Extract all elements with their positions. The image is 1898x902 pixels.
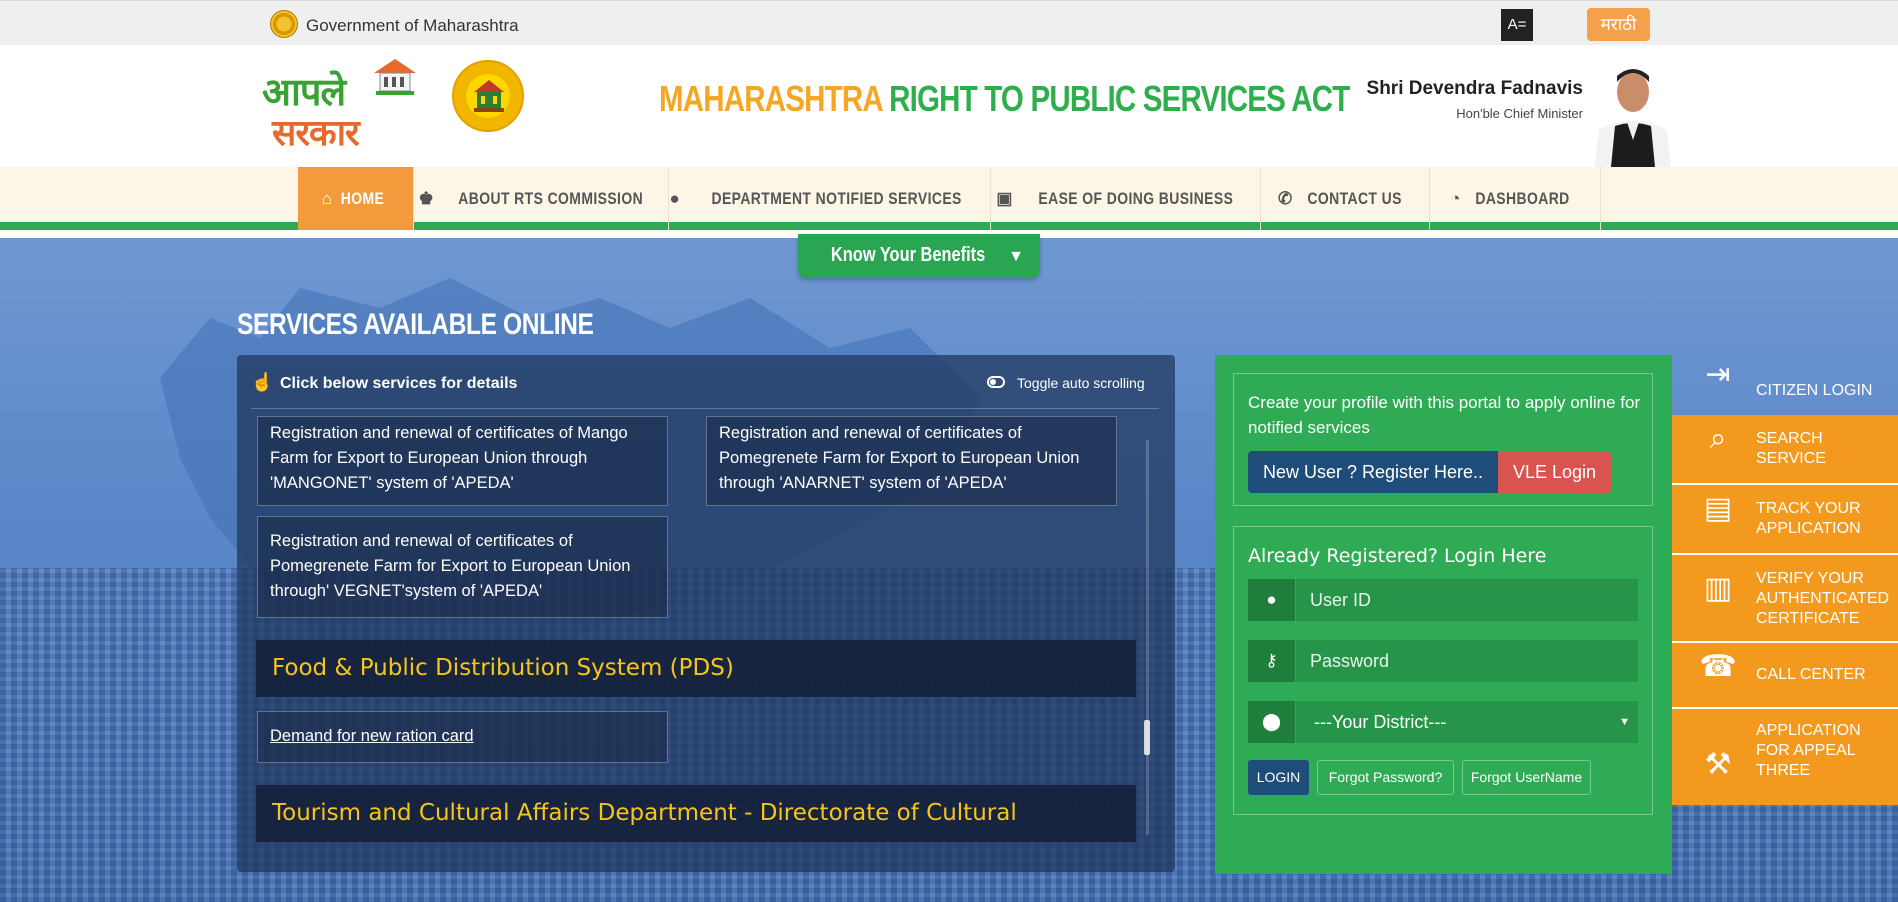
state-emblem-icon bbox=[270, 10, 298, 38]
quick-link-call-center[interactable]: ☎ CALL CENTER bbox=[1672, 643, 1898, 709]
vle-login-button[interactable]: VLE Login bbox=[1498, 451, 1611, 493]
password-placeholder: Password bbox=[1310, 651, 1390, 671]
verify-certificate-label: VERIFY YOUR AUTHENTICATED CERTIFICATE bbox=[1756, 570, 1890, 627]
gavel-icon: ⚒ bbox=[1704, 748, 1732, 781]
services-instruction: Click below services for details bbox=[280, 375, 518, 392]
forgot-username-button[interactable]: Forgot UserName bbox=[1462, 760, 1591, 795]
document-icon: ▤ bbox=[1703, 492, 1733, 525]
nav-contact-us[interactable]: ✆ CONTACT US bbox=[1261, 167, 1430, 230]
search-service-label: SEARCH SERVICE bbox=[1756, 430, 1826, 467]
userid-field[interactable]: ● User ID bbox=[1248, 579, 1638, 621]
chief-minister-name: Shri Devendra Fadnavis bbox=[1366, 78, 1583, 99]
seal-building-icon bbox=[474, 80, 504, 112]
quick-link-citizen-login[interactable]: ⇥ CITIZEN LOGIN bbox=[1672, 355, 1898, 415]
language-marathi-button[interactable]: मराठी bbox=[1587, 8, 1650, 41]
nav-about-rts-commission[interactable]: ♚ ABOUT RTS COMMISSION bbox=[414, 167, 669, 230]
service-card-mangonet[interactable]: Registration and renewal of certificates… bbox=[257, 416, 668, 506]
district-select[interactable]: ⬤ ---Your District--- ▼ bbox=[1248, 701, 1638, 743]
act-title-state: MAHARASHTRA bbox=[659, 78, 883, 119]
nav-business-label: EASE OF DOING BUSINESS bbox=[1038, 189, 1234, 208]
know-your-benefits-button[interactable]: Know Your Benefits ▼ bbox=[798, 234, 1040, 278]
quick-link-appeal-three[interactable]: ⚒ APPLICATION FOR APPEAL THREE bbox=[1672, 709, 1898, 805]
main-navigation: ⌂ HOME ♚ ABOUT RTS COMMISSION ● DEPARTMENT … bbox=[0, 167, 1898, 230]
department-heading-pds: Food & Public Distribution System (PDS) bbox=[256, 640, 1136, 697]
citizen-login-label: CITIZEN LOGIN bbox=[1756, 382, 1873, 399]
top-bar: Government of Maharashtra A= मराठी bbox=[0, 0, 1898, 45]
register-box: Create your profile with this portal to … bbox=[1233, 373, 1653, 506]
font-size-toggle-button[interactable]: A= bbox=[1501, 9, 1533, 41]
key-icon: ⚷ bbox=[1248, 640, 1296, 682]
userid-placeholder: User ID bbox=[1310, 590, 1372, 610]
telephone-icon: ☎ bbox=[1699, 650, 1737, 683]
service-card-ration-card[interactable]: Demand for new ration card bbox=[257, 711, 668, 763]
barcode-icon: ▥ bbox=[1703, 572, 1733, 605]
toggle-auto-scrolling[interactable]: Toggle auto scrolling bbox=[1017, 375, 1145, 391]
login-form: Already Registered? Login Here ● User ID… bbox=[1233, 526, 1653, 815]
search-icon: ⌕ bbox=[1709, 422, 1727, 455]
nav-dashboard[interactable]: ◔ DASHBOARD bbox=[1430, 167, 1601, 230]
login-title: Already Registered? Login Here bbox=[1248, 545, 1547, 567]
site-header: आपले सरकार MAHARASHTRA RIGHT TO PUBLIC S… bbox=[0, 45, 1898, 167]
nav-home-label: HOME bbox=[341, 189, 385, 208]
login-button[interactable]: LOGIN bbox=[1248, 760, 1309, 795]
password-field[interactable]: ⚷ Password bbox=[1248, 640, 1638, 682]
person-icon: ♚ bbox=[418, 189, 435, 208]
service-card-vegnet[interactable]: Registration and renewal of certificates… bbox=[257, 516, 668, 618]
login-icon: ⇥ bbox=[1705, 358, 1731, 391]
nav-home[interactable]: ⌂ HOME bbox=[298, 167, 414, 230]
login-panel: Create your profile with this portal to … bbox=[1215, 355, 1672, 874]
benefits-label: Know Your Benefits bbox=[830, 244, 986, 266]
act-title-act: RIGHT TO PUBLIC SERVICES ACT bbox=[889, 78, 1350, 119]
ration-card-link[interactable]: Demand for new ration card bbox=[270, 727, 474, 745]
aaple-sarkar-logo[interactable]: आपले सरकार bbox=[262, 57, 416, 154]
department-heading-tourism: Tourism and Cultural Affairs Department … bbox=[256, 785, 1136, 842]
user-icon: ● bbox=[669, 189, 681, 208]
forgot-password-button[interactable]: Forgot Password? bbox=[1317, 760, 1454, 795]
nav-about-label: ABOUT RTS COMMISSION bbox=[458, 189, 644, 208]
nav-dashboard-label: DASHBOARD bbox=[1475, 189, 1570, 208]
nav-ease-of-doing-business[interactable]: ▣ EASE OF DOING BUSINESS bbox=[991, 167, 1261, 230]
appeal-three-label: APPLICATION FOR APPEAL THREE bbox=[1756, 722, 1861, 779]
caret-down-icon: ▼ bbox=[1619, 716, 1630, 728]
services-panel: ☝ Click below services for details Toggl… bbox=[237, 355, 1175, 872]
chief-minister-photo bbox=[1585, 60, 1679, 167]
phone-icon: ✆ bbox=[1278, 189, 1293, 208]
logo-building-icon bbox=[374, 59, 416, 95]
track-application-label: TRACK YOUR APPLICATION bbox=[1756, 500, 1861, 537]
government-label: Government of Maharashtra bbox=[306, 16, 519, 35]
quick-link-track-application[interactable]: ▤ TRACK YOUR APPLICATION bbox=[1672, 485, 1898, 555]
act-title: MAHARASHTRA RIGHT TO PUBLIC SERVICES ACT bbox=[659, 78, 1350, 120]
register-description: Create your profile with this portal to … bbox=[1248, 393, 1641, 437]
nav-department-label: DEPARTMENT NOTIFIED SERVICES bbox=[711, 189, 963, 208]
district-selected-value: ---Your District--- bbox=[1314, 712, 1447, 732]
quick-link-search-service[interactable]: ⌕ SEARCH SERVICE bbox=[1672, 415, 1898, 485]
logo-text-line2: सरकार bbox=[272, 113, 360, 154]
home-icon: ⌂ bbox=[321, 189, 333, 208]
new-user-register-button[interactable]: New User ? Register Here.. bbox=[1248, 451, 1498, 493]
services-scrollbar-track[interactable] bbox=[1146, 440, 1149, 835]
call-center-label: CALL CENTER bbox=[1756, 666, 1866, 683]
services-section-title: SERVICES AVAILABLE ONLINE bbox=[237, 308, 594, 341]
briefcase-icon: ▣ bbox=[996, 189, 1013, 208]
toggle-icon[interactable] bbox=[987, 376, 1005, 388]
divider bbox=[251, 408, 1159, 409]
nav-department-notified-services[interactable]: ● DEPARTMENT NOTIFIED SERVICES bbox=[669, 167, 991, 230]
service-card-anarnet[interactable]: Registration and renewal of certificates… bbox=[706, 416, 1117, 506]
user-icon: ● bbox=[1248, 579, 1296, 621]
services-scrollbar-thumb[interactable] bbox=[1144, 720, 1150, 755]
chief-minister-title: Hon'ble Chief Minister bbox=[1456, 106, 1583, 121]
rts-seal-logo bbox=[452, 60, 524, 132]
dashboard-icon: ◔ bbox=[1450, 189, 1461, 208]
nav-contact-label: CONTACT US bbox=[1307, 189, 1402, 208]
hand-pointer-icon: ☝ bbox=[251, 372, 274, 392]
quick-links-panel: ⇥ CITIZEN LOGIN ⌕ SEARCH SERVICE ▤ TRACK… bbox=[1672, 355, 1898, 805]
quick-link-verify-certificate[interactable]: ▥ VERIFY YOUR AUTHENTICATED CERTIFICATE bbox=[1672, 555, 1898, 643]
map-marker-icon: ⬤ bbox=[1248, 701, 1296, 743]
chevron-down-icon: ▼ bbox=[1008, 248, 1024, 265]
